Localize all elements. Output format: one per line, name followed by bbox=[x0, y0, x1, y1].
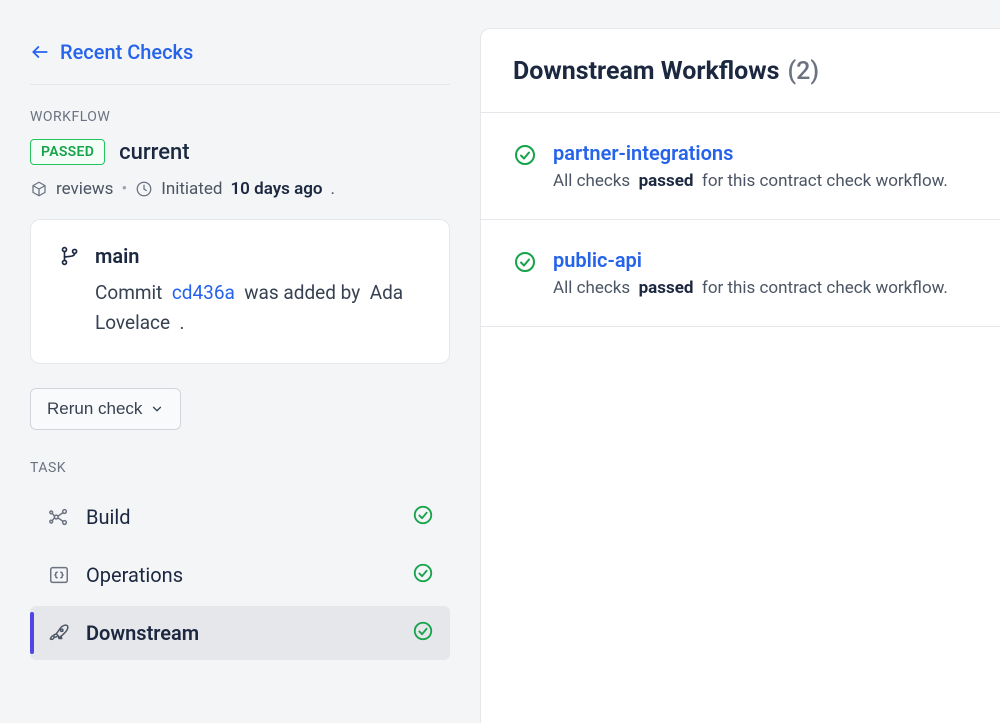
back-link-label: Recent Checks bbox=[60, 40, 193, 64]
rerun-label: Rerun check bbox=[47, 399, 142, 419]
workflow-meta: reviews • Initiated 10 days ago. bbox=[30, 179, 450, 199]
back-link[interactable]: Recent Checks bbox=[30, 40, 450, 64]
check-circle-icon bbox=[412, 562, 434, 588]
task-list: Build Operations bbox=[30, 490, 450, 660]
status-badge: PASSED bbox=[30, 139, 105, 165]
workflow-desc: All checks passed for this contract chec… bbox=[553, 171, 968, 191]
workflow-row-body: partner-integrations All checks passed f… bbox=[553, 141, 968, 191]
chevron-down-icon bbox=[150, 402, 164, 416]
page-title: Downstream Workflows bbox=[513, 57, 779, 86]
workflow-desc: All checks passed for this contract chec… bbox=[553, 278, 968, 298]
task-item-operations[interactable]: Operations bbox=[30, 548, 450, 602]
main-panel: Downstream Workflows (2) partner-integra… bbox=[480, 28, 1000, 723]
branch-icon bbox=[59, 245, 81, 267]
task-item-downstream[interactable]: Downstream bbox=[30, 606, 450, 660]
rocket-icon bbox=[46, 622, 72, 644]
braces-icon bbox=[46, 564, 72, 586]
workflow-link[interactable]: partner-integrations bbox=[553, 141, 968, 165]
workflow-name: current bbox=[119, 140, 189, 165]
meta-dot: • bbox=[121, 179, 127, 199]
commit-middle: was added by bbox=[244, 281, 360, 304]
commit-hash-link[interactable]: cd436a bbox=[172, 281, 235, 304]
check-circle-icon bbox=[513, 141, 537, 171]
commit-prefix: Commit bbox=[95, 281, 162, 304]
divider bbox=[30, 84, 450, 85]
task-label: Operations bbox=[86, 563, 412, 587]
check-circle-icon bbox=[513, 248, 537, 278]
check-circle-icon bbox=[412, 504, 434, 530]
workflow-row: partner-integrations All checks passed f… bbox=[481, 113, 1000, 220]
task-item-build[interactable]: Build bbox=[30, 490, 450, 544]
check-circle-icon bbox=[412, 620, 434, 646]
rerun-check-button[interactable]: Rerun check bbox=[30, 388, 181, 430]
commit-card: main Commit cd436a was added by Ada Love… bbox=[30, 219, 450, 364]
sidebar: Recent Checks WORKFLOW PASSED current re… bbox=[0, 0, 480, 723]
meta-source: reviews bbox=[56, 179, 113, 199]
branch-name: main bbox=[95, 244, 139, 268]
cube-icon bbox=[30, 180, 48, 198]
main-header: Downstream Workflows (2) bbox=[481, 29, 1000, 113]
task-section-label: TASK bbox=[30, 460, 450, 476]
clock-icon bbox=[135, 180, 153, 198]
arrow-left-icon bbox=[30, 42, 50, 62]
commit-body: Commit cd436a was added by Ada Lovelace … bbox=[59, 278, 421, 339]
meta-initiated-label: Initiated bbox=[161, 179, 222, 199]
workflow-link[interactable]: public-api bbox=[553, 248, 968, 272]
page-count: (2) bbox=[787, 57, 819, 86]
workflow-row-body: public-api All checks passed for this co… bbox=[553, 248, 968, 298]
workflow-section-label: WORKFLOW bbox=[30, 109, 450, 125]
commit-suffix: . bbox=[180, 311, 185, 334]
meta-initiated-value: 10 days ago bbox=[230, 179, 322, 199]
commit-header: main bbox=[59, 244, 421, 268]
task-label: Downstream bbox=[86, 621, 412, 645]
workflow-header: PASSED current bbox=[30, 139, 450, 165]
graph-icon bbox=[46, 506, 72, 528]
workflow-row: public-api All checks passed for this co… bbox=[481, 220, 1000, 327]
task-label: Build bbox=[86, 505, 412, 529]
